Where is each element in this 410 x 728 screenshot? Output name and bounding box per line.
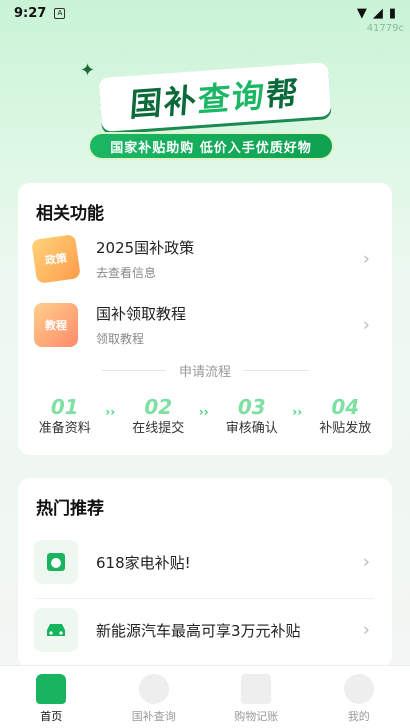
chevron-right-icon: › [362, 314, 370, 336]
features-card: 相关功能 政策 2025国补政策 去查看信息 › 教程 国补领取教程 领取教程 … [18, 183, 392, 455]
app-title-badge: 国补查询帮 [98, 62, 332, 132]
status-time: 9:27 [14, 5, 47, 21]
car-icon [34, 608, 78, 652]
home-icon [36, 674, 67, 704]
hot-title: 热门推荐 [36, 494, 104, 521]
tutorial-item[interactable]: 教程 国补领取教程 领取教程 › [18, 295, 392, 355]
policy-item-title: 2025国补政策 [96, 239, 195, 257]
app-title: 国补查询帮 [128, 73, 302, 125]
build-counter: 41779c [366, 23, 404, 34]
tab-shopping-ledger[interactable]: 购物记账 [205, 666, 308, 728]
process-step: ›› 04 补贴发放 [292, 395, 372, 436]
profile-icon [343, 674, 374, 704]
features-title: 相关功能 [36, 199, 104, 226]
process-step: ›› 02 在线提交 [105, 395, 185, 436]
slogan-pill: 国家补贴助购 低价入手优质好物 [88, 132, 334, 160]
process-title: 申请流程 [18, 361, 392, 380]
chevron-right-icon: › [362, 551, 370, 573]
policy-item[interactable]: 政策 2025国补政策 去查看信息 › [18, 229, 392, 289]
hot-item-title: 618家电补贴! [96, 553, 191, 572]
policy-item-subtitle: 去查看信息 [96, 266, 157, 280]
tab-subsidy-query[interactable]: 国补查询 [103, 666, 206, 728]
hot-item-title: 新能源汽车最高可享3万元补贴 [96, 621, 301, 640]
shopping-bag-icon: 教程 [34, 303, 78, 347]
chevron-right-icon: › [362, 619, 370, 641]
chevron-right-icon: › [362, 248, 370, 270]
arrow-right-icon: ›› [105, 405, 116, 419]
notebook-icon [241, 674, 272, 704]
process-step: 01 准备资料 [38, 395, 91, 436]
document-icon: 政策 [31, 234, 81, 284]
process-steps: 01 准备资料 ›› 02 在线提交 ›› 03 审核确认 ›› 04 补贴发放 [18, 395, 392, 436]
hot-card: 热门推荐 618家电补贴! › 新能源汽车最高可享3万元补贴 › [18, 478, 392, 668]
tab-home[interactable]: 首页 [0, 666, 103, 728]
washing-machine-icon [34, 540, 78, 584]
signal-icon: ◢ [372, 5, 383, 21]
bottom-tab-bar: 首页 国补查询 购物记账 我的 [0, 665, 410, 728]
tab-profile[interactable]: 我的 [308, 666, 410, 728]
divider [36, 598, 374, 599]
tutorial-item-subtitle: 领取教程 [96, 332, 145, 346]
sim-icon: A [54, 7, 66, 19]
arrow-right-icon: ›› [198, 405, 209, 419]
wifi-icon: ▼ [356, 5, 367, 21]
status-bar: 9:27 A ▼ ◢ ▮ [0, 0, 410, 26]
hot-item-appliance[interactable]: 618家电补贴! › [18, 532, 392, 592]
arrow-right-icon: ›› [292, 405, 303, 419]
hero-banner: ✦ 国补查询帮 国家补贴助购 低价入手优质好物 [80, 60, 340, 170]
sparkle-icon: ✦ [80, 60, 96, 81]
search-icon [138, 674, 169, 704]
status-icons: ▼ ◢ ▮ [357, 6, 396, 21]
battery-icon: ▮ [388, 5, 396, 21]
tutorial-item-title: 国补领取教程 [96, 305, 187, 323]
process-step: ›› 03 审核确认 [198, 395, 278, 436]
hot-item-ev[interactable]: 新能源汽车最高可享3万元补贴 › [18, 600, 392, 660]
